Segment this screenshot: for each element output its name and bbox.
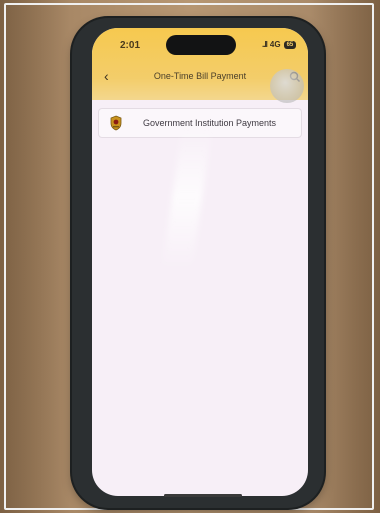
finger-touch: [270, 69, 304, 103]
list-item-label: Government Institution Payments: [143, 118, 277, 128]
dynamic-island: [166, 35, 236, 55]
phone-screen: 2:01 ..ll 4G 65 ‹ One-Time Bill Payment …: [92, 28, 308, 496]
network-label: 4G: [269, 40, 281, 49]
app-header: 2:01 ..ll 4G 65 ‹ One-Time Bill Payment: [92, 28, 308, 103]
page-title: One-Time Bill Payment: [153, 71, 247, 81]
status-time: 2:01: [120, 40, 141, 51]
government-emblem-icon: [110, 115, 122, 131]
signal-icon: ..ll: [262, 40, 268, 49]
chevron-left-icon[interactable]: ‹: [104, 68, 109, 84]
battery-icon: 65: [283, 40, 297, 49]
status-indicators: ..ll 4G 65: [262, 40, 297, 49]
home-indicator[interactable]: [164, 494, 242, 497]
screen-glare: [162, 128, 212, 268]
